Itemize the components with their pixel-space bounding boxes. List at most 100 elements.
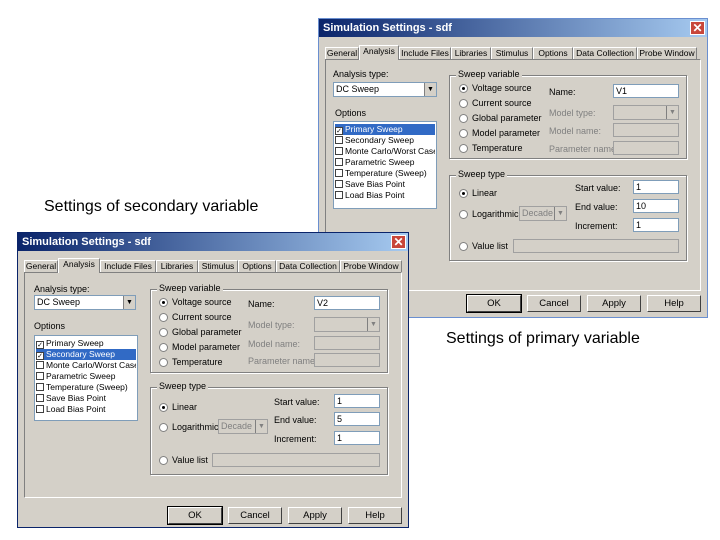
radio-voltage-source[interactable] [459,84,468,93]
radio-logarithmic[interactable] [159,423,168,432]
tab-options[interactable]: Options [238,260,276,272]
radio-model-parameter[interactable] [459,129,468,138]
close-icon[interactable]: ✕ [690,21,705,35]
increment-input[interactable]: 1 [633,218,679,232]
end-value-input[interactable]: 10 [633,199,679,213]
apply-button[interactable]: Apply [587,295,641,312]
tab-analysis[interactable]: Analysis [359,45,399,60]
radio-temperature[interactable] [159,358,168,367]
analysis-type-select[interactable]: DC Sweep ▼ [333,82,437,97]
chevron-down-icon[interactable]: ▼ [666,106,678,119]
parameter-name-input[interactable] [613,141,679,155]
analysis-type-select[interactable]: DC Sweep ▼ [34,295,136,310]
option-monte-carlo[interactable]: Monte Carlo/Worst Case [36,360,136,371]
model-name-input[interactable] [613,123,679,137]
value-list-input[interactable] [513,239,679,253]
radio-voltage-source[interactable] [159,298,168,307]
tab-include-files[interactable]: Include Files [100,260,156,272]
option-secondary-sweep[interactable]: ✓ Secondary Sweep [36,349,136,360]
radio-global-parameter[interactable] [159,328,168,337]
tab-libraries[interactable]: Libraries [451,47,491,59]
option-temperature-sweep[interactable]: Temperature (Sweep) [335,168,435,179]
checkbox-icon[interactable] [335,180,343,188]
start-value-input[interactable]: 1 [633,180,679,194]
tab-libraries[interactable]: Libraries [156,260,198,272]
checkbox-icon[interactable] [36,405,44,413]
tab-analysis[interactable]: Analysis [58,258,100,273]
option-secondary-sweep[interactable]: Secondary Sweep [335,135,435,146]
checkbox-checked-icon[interactable]: ✓ [335,127,343,135]
radio-temperature[interactable] [459,144,468,153]
checkbox-icon[interactable] [335,191,343,199]
option-parametric-sweep[interactable]: Parametric Sweep [36,371,136,382]
radio-label: Voltage source [172,297,232,307]
cancel-button[interactable]: Cancel [527,295,581,312]
checkbox-icon[interactable] [36,361,44,369]
tab-stimulus[interactable]: Stimulus [198,260,238,272]
checkbox-icon[interactable] [335,147,343,155]
radio-linear[interactable] [459,189,468,198]
cancel-button[interactable]: Cancel [228,507,282,524]
checkbox-checked-icon[interactable]: ✓ [36,352,44,360]
close-icon[interactable]: ✕ [391,235,406,249]
option-parametric-sweep[interactable]: Parametric Sweep [335,157,435,168]
help-button[interactable]: Help [647,295,701,312]
log-scale-select[interactable]: Decade ▼ [519,206,567,221]
radio-model-parameter[interactable] [159,343,168,352]
radio-label: Value list [172,455,208,465]
checkbox-icon[interactable] [335,169,343,177]
tab-include-files[interactable]: Include Files [399,47,451,59]
radio-global-parameter[interactable] [459,114,468,123]
tab-probe-window[interactable]: Probe Window [637,47,697,59]
option-load-bias-point[interactable]: Load Bias Point [36,404,136,415]
model-type-select[interactable]: ▼ [314,317,380,332]
radio-current-source[interactable] [459,99,468,108]
checkbox-icon[interactable] [335,158,343,166]
radio-current-source[interactable] [159,313,168,322]
model-type-select[interactable]: ▼ [613,105,679,120]
option-temperature-sweep[interactable]: Temperature (Sweep) [36,382,136,393]
help-button[interactable]: Help [348,507,402,524]
group-title: Sweep variable [456,69,522,79]
chevron-down-icon[interactable]: ▼ [367,318,379,331]
parameter-name-input[interactable] [314,353,380,367]
ok-button[interactable]: OK [466,294,522,313]
chevron-down-icon[interactable]: ▼ [255,420,267,433]
chevron-down-icon[interactable]: ▼ [424,83,436,96]
end-value-input[interactable]: 5 [334,412,380,426]
options-list: ✓ Primary Sweep ✓ Secondary Sweep Monte Ca… [34,335,138,421]
radio-value-list[interactable] [159,456,168,465]
checkbox-icon[interactable] [335,136,343,144]
option-primary-sweep[interactable]: ✓ Primary Sweep [335,124,435,135]
chevron-down-icon[interactable]: ▼ [123,296,135,309]
start-value-input[interactable]: 1 [334,394,380,408]
radio-logarithmic[interactable] [459,210,468,219]
tab-data-collection[interactable]: Data Collection [573,47,637,59]
option-primary-sweep[interactable]: ✓ Primary Sweep [36,338,136,349]
log-scale-select[interactable]: Decade ▼ [218,419,268,434]
tab-data-collection[interactable]: Data Collection [276,260,340,272]
tab-probe-window[interactable]: Probe Window [340,260,402,272]
name-input[interactable]: V2 [314,296,380,310]
tab-stimulus[interactable]: Stimulus [491,47,533,59]
ok-button[interactable]: OK [167,506,223,525]
tab-general[interactable]: General [325,47,359,59]
option-load-bias-point[interactable]: Load Bias Point [335,190,435,201]
checkbox-icon[interactable] [36,394,44,402]
name-input[interactable]: V1 [613,84,679,98]
option-save-bias-point[interactable]: Save Bias Point [335,179,435,190]
checkbox-icon[interactable] [36,383,44,391]
value-list-input[interactable] [212,453,380,467]
option-save-bias-point[interactable]: Save Bias Point [36,393,136,404]
chevron-down-icon[interactable]: ▼ [554,207,566,220]
apply-button[interactable]: Apply [288,507,342,524]
radio-linear[interactable] [159,403,168,412]
option-monte-carlo[interactable]: Monte Carlo/Worst Case [335,146,435,157]
tab-options[interactable]: Options [533,47,573,59]
model-name-input[interactable] [314,336,380,350]
tab-general[interactable]: General [24,260,58,272]
increment-input[interactable]: 1 [334,431,380,445]
checkbox-checked-icon[interactable]: ✓ [36,341,44,349]
checkbox-icon[interactable] [36,372,44,380]
radio-value-list[interactable] [459,242,468,251]
